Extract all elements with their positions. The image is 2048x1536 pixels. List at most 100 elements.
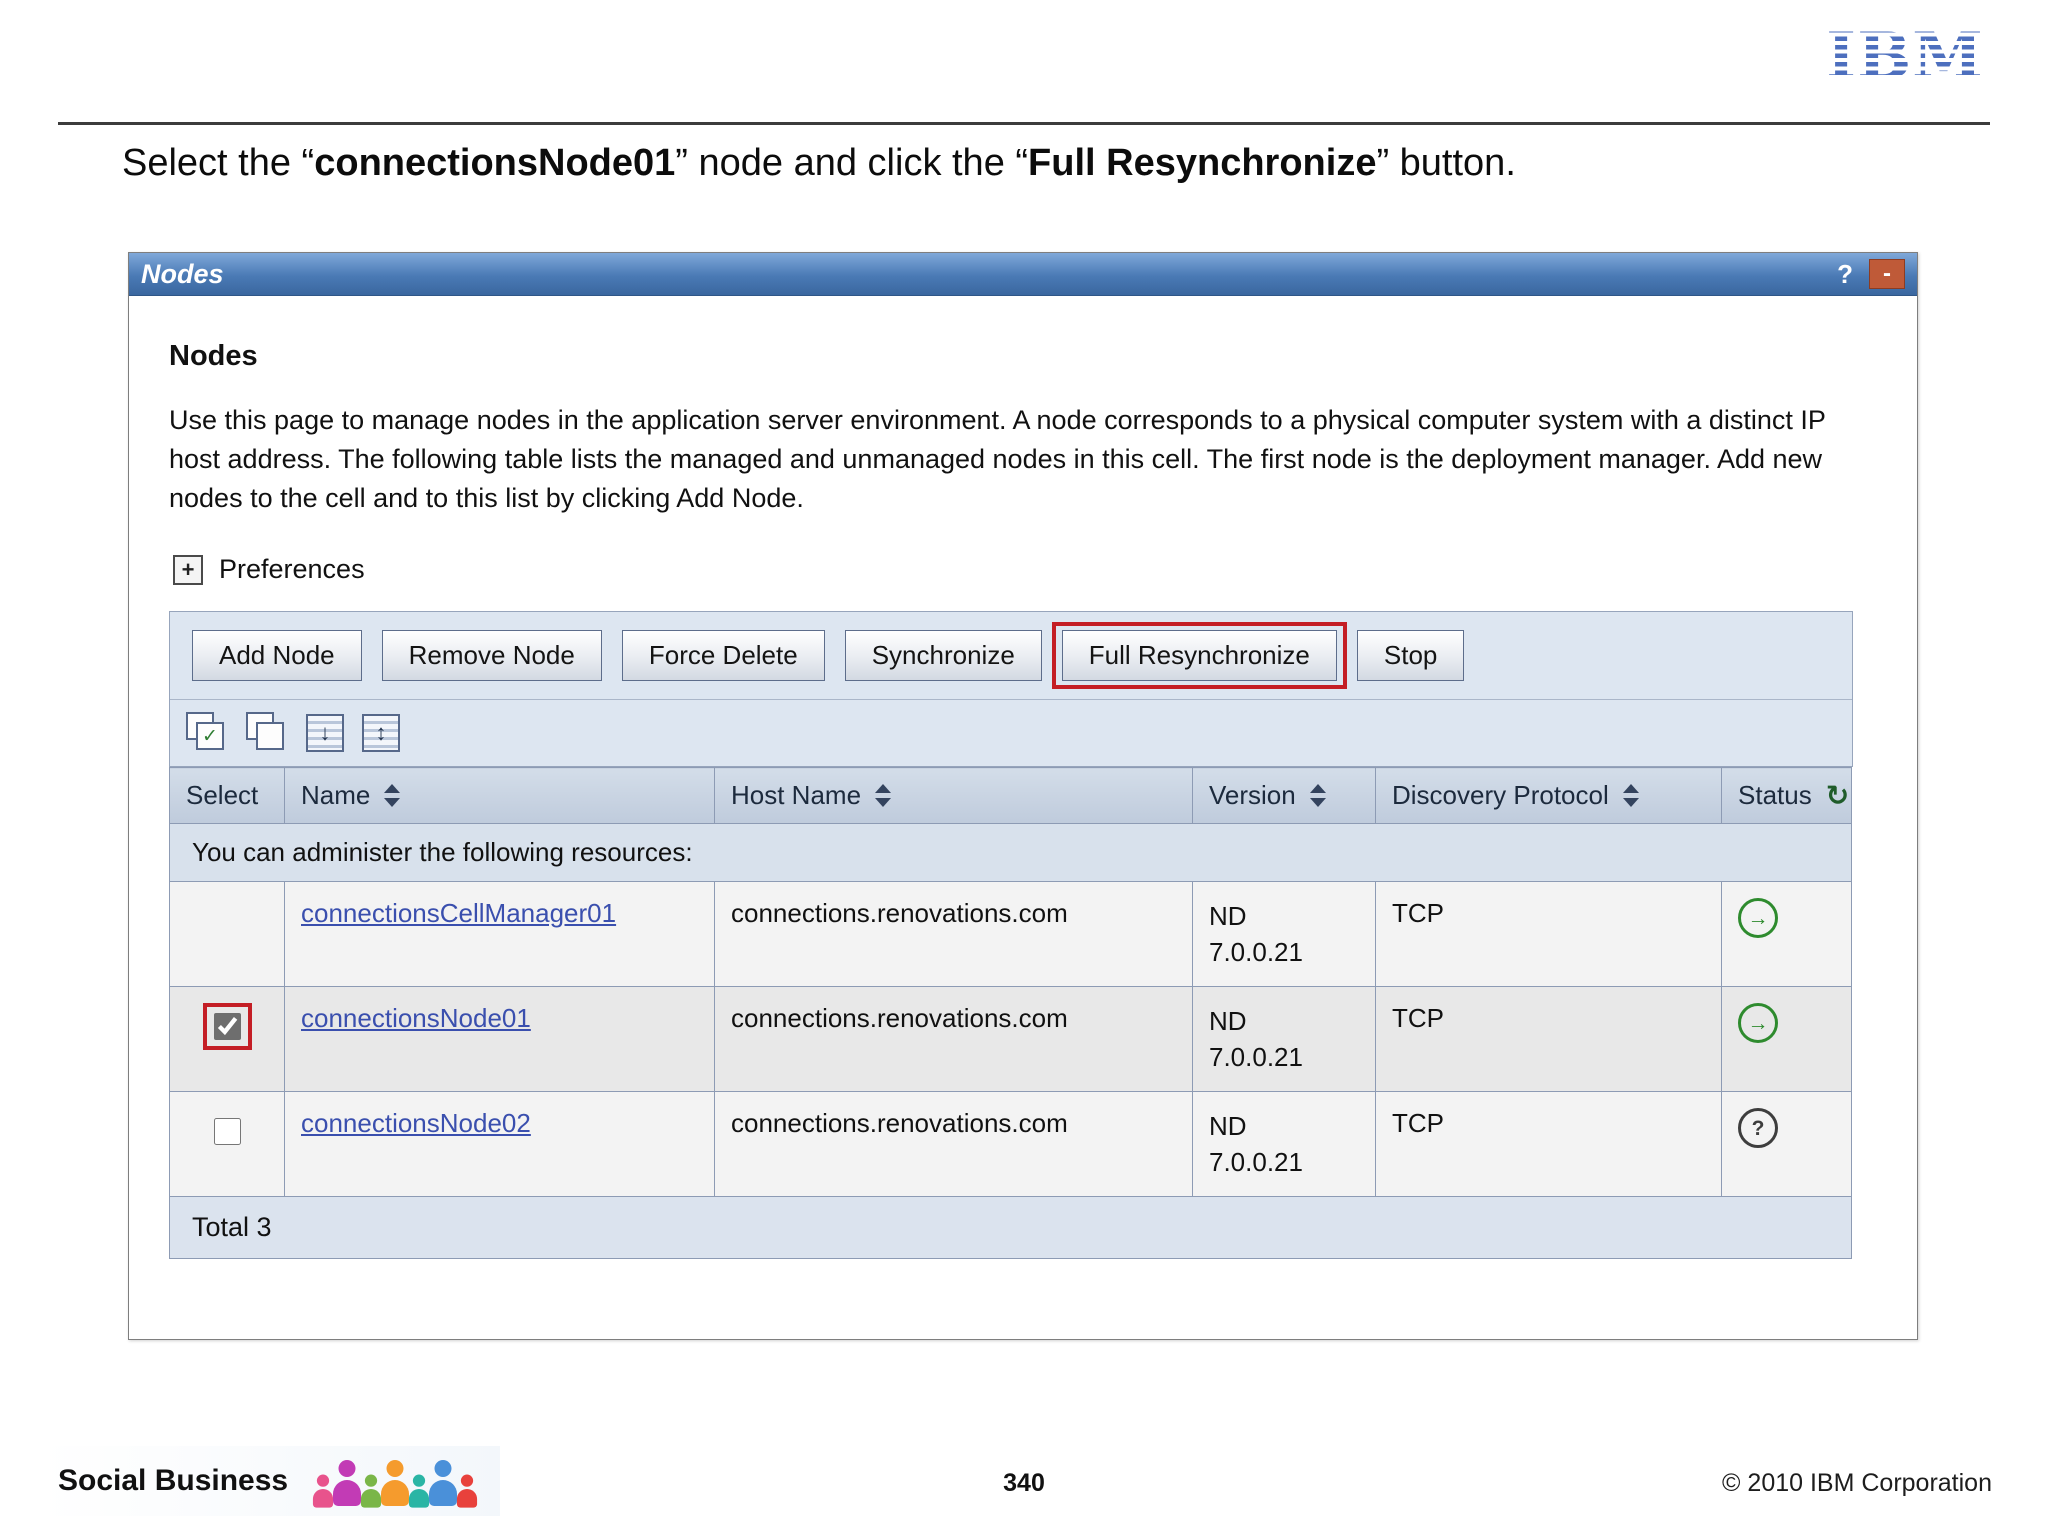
preferences-expander[interactable]: + Preferences (173, 554, 1877, 585)
table-toolbar: Add Node Remove Node Force Delete Synchr… (169, 611, 1853, 767)
protocol-text: TCP (1392, 898, 1444, 928)
remove-node-button[interactable]: Remove Node (381, 630, 602, 681)
total-row: Total 3 (169, 1196, 1852, 1259)
sort-version-icon[interactable] (1309, 784, 1326, 807)
status-glyph: ? (1751, 1116, 1765, 1140)
expand-plus-icon[interactable]: + (173, 554, 203, 585)
collapse-button[interactable]: - (1869, 259, 1905, 289)
force-delete-button[interactable]: Force Delete (621, 630, 825, 681)
host-text: connections.renovations.com (731, 1108, 1068, 1138)
status-cell: → (1721, 881, 1852, 987)
col-header-discovery-protocol: Discovery Protocol (1375, 767, 1722, 824)
host-cell: connections.renovations.com (714, 881, 1193, 987)
select-cell (169, 986, 285, 1092)
node-link-cellmanager[interactable]: connectionsCellManager01 (301, 898, 616, 928)
host-cell: connections.renovations.com (714, 1091, 1193, 1197)
select-cell (169, 1091, 285, 1197)
node02-checkbox[interactable] (213, 1118, 241, 1145)
show-filter-icon[interactable]: ↓ (306, 714, 344, 752)
preferences-label: Preferences (219, 554, 365, 584)
status-started-icon: → (1738, 898, 1778, 938)
status-cell: ? (1721, 1091, 1852, 1197)
status-refresh-icon[interactable]: ↻ (1826, 781, 1849, 810)
deselect-all-icon[interactable] (246, 712, 288, 754)
checkbox-wrap (203, 1108, 252, 1155)
slide-title: Select the “connectionsNode01” node and … (122, 142, 1516, 185)
icon-row: ✓ ↓ ↕ (170, 700, 1852, 766)
node01-checkbox[interactable] (213, 1013, 241, 1040)
stop-button[interactable]: Stop (1356, 630, 1465, 681)
name-cell: connectionsNode01 (284, 986, 715, 1092)
slide-footer: Social Business 340 © 2010 IBM Corporati… (0, 1446, 2048, 1516)
col-label-name: Name (301, 780, 371, 810)
add-node-annotation: Add Node (182, 622, 372, 689)
status-glyph: → (1747, 906, 1769, 930)
host-text: connections.renovations.com (731, 1003, 1068, 1033)
ibm-logo: IBM (1826, 19, 1984, 94)
version-cell: ND 7.0.0.21 (1192, 1091, 1376, 1197)
table-row-node02: connectionsNode02 connections.renovation… (169, 1091, 1852, 1197)
version-line1: ND (1209, 901, 1247, 931)
col-label-select: Select (186, 780, 259, 810)
title-text: ” button. (1376, 142, 1516, 184)
col-label-discovery-protocol: Discovery Protocol (1392, 780, 1609, 810)
host-cell: connections.renovations.com (714, 986, 1193, 1092)
protocol-text: TCP (1392, 1003, 1444, 1033)
name-cell: connectionsCellManager01 (284, 881, 715, 987)
checkbox-annotation (202, 1003, 252, 1050)
status-cell: → (1721, 986, 1852, 1092)
col-header-version: Version (1192, 767, 1376, 824)
window-titlebar: Nodes ? - (129, 253, 1917, 296)
select-cell (169, 881, 285, 987)
status-started-icon: → (1738, 1003, 1778, 1043)
col-label-host-name: Host Name (731, 780, 862, 810)
total-text: Total 3 (192, 1212, 272, 1242)
table-header-row: Select Name Host Name Version Discovery … (169, 767, 1852, 824)
synchronize-button[interactable]: Synchronize (844, 630, 1042, 681)
col-header-status: Status ↻ (1721, 767, 1852, 824)
col-label-status: Status (1738, 780, 1812, 810)
node-link-node01[interactable]: connectionsNode01 (301, 1003, 531, 1033)
version-line1: ND (1209, 1111, 1247, 1141)
window-body: Nodes Use this page to manage nodes in t… (129, 296, 1917, 1299)
host-text: connections.renovations.com (731, 898, 1068, 928)
version-cell: ND 7.0.0.21 (1192, 986, 1376, 1092)
full-resynchronize-annotation: Full Resynchronize (1051, 622, 1347, 689)
admin-note-text: You can administer the following resourc… (192, 837, 693, 867)
nodes-window: Nodes ? - Nodes Use this page to manage … (128, 252, 1918, 1340)
header-rule (58, 122, 1990, 125)
synchronize-annotation: Synchronize (835, 622, 1052, 689)
title-text: Select the “ (122, 142, 315, 184)
sort-discovery-protocol-icon[interactable] (1622, 784, 1639, 807)
version-line1: ND (1209, 1006, 1247, 1036)
copyright: © 2010 IBM Corporation (1722, 1469, 1992, 1497)
col-label-version: Version (1209, 780, 1296, 810)
deselect-all-blank (256, 722, 284, 750)
node-link-node02[interactable]: connectionsNode02 (301, 1108, 531, 1138)
protocol-text: TCP (1392, 1108, 1444, 1138)
stop-annotation: Stop (1347, 622, 1475, 689)
name-cell: connectionsNode02 (284, 1091, 715, 1197)
sort-host-name-icon[interactable] (875, 784, 892, 807)
title-bold-button: Full Resynchronize (1028, 142, 1377, 184)
version-line2: 7.0.0.21 (1209, 937, 1303, 967)
protocol-cell: TCP (1375, 881, 1722, 987)
page-description: Use this page to manage nodes in the app… (169, 405, 1826, 513)
help-icon[interactable]: ? (1837, 259, 1853, 290)
admin-note-row: You can administer the following resourc… (169, 823, 1852, 882)
button-row: Add Node Remove Node Force Delete Synchr… (170, 612, 1852, 700)
window-title: Nodes (141, 258, 224, 289)
hide-filter-icon[interactable]: ↕ (362, 714, 400, 752)
title-bold-node: connectionsNode01 (314, 142, 676, 184)
col-header-name: Name (284, 767, 715, 824)
add-node-button[interactable]: Add Node (192, 630, 362, 681)
status-glyph: → (1747, 1011, 1769, 1035)
full-resynchronize-button[interactable]: Full Resynchronize (1061, 630, 1337, 681)
version-line2: 7.0.0.21 (1209, 1147, 1303, 1177)
sort-name-icon[interactable] (384, 784, 401, 807)
status-unknown-icon: ? (1738, 1108, 1778, 1148)
remove-node-annotation: Remove Node (372, 622, 612, 689)
select-all-icon[interactable]: ✓ (186, 712, 228, 754)
version-cell: ND 7.0.0.21 (1192, 881, 1376, 987)
table-row-cellmanager: connectionsCellManager01 connections.ren… (169, 881, 1852, 987)
